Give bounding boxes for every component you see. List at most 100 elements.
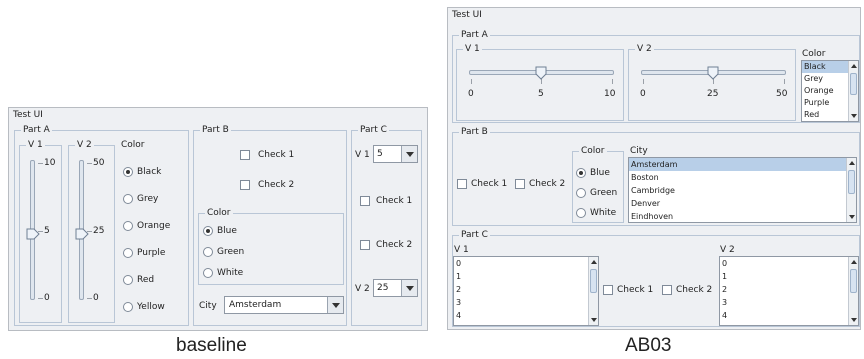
c-check-2[interactable]: Check 2: [360, 238, 422, 252]
city-combo[interactable]: Amsterdam: [224, 296, 344, 314]
list-item[interactable]: Cambridge: [631, 184, 675, 197]
b-check-1-box[interactable]: [457, 179, 467, 189]
list-item[interactable]: Grey: [804, 73, 823, 85]
list-item[interactable]: Boston: [631, 171, 659, 184]
scroll-down-arrow-icon[interactable]: [849, 111, 858, 121]
scroll-up-arrow-icon[interactable]: [849, 257, 858, 267]
b-check-2[interactable]: Check 2: [515, 177, 571, 191]
color-list-scrollbar[interactable]: [848, 61, 858, 121]
list-item[interactable]: 4: [722, 309, 727, 322]
radio-green[interactable]: Green: [576, 186, 624, 200]
city-combo-arrow-icon[interactable]: [327, 297, 343, 313]
c-v2-combo-arrow-icon[interactable]: [401, 280, 417, 296]
list-item[interactable]: 0: [456, 257, 461, 270]
scroll-down-arrow-icon[interactable]: [847, 212, 856, 222]
c-v2-list-scrollbar[interactable]: [848, 257, 858, 325]
list-item[interactable]: 2: [456, 283, 461, 296]
list-item[interactable]: 3: [456, 296, 461, 309]
b-check-1[interactable]: Check 1: [240, 148, 310, 162]
radio-green-indicator[interactable]: [203, 247, 213, 257]
c-v2-combo[interactable]: 25: [373, 279, 418, 297]
radio-green-indicator[interactable]: [576, 188, 586, 198]
c-v1-combo-arrow-icon[interactable]: [401, 146, 417, 162]
city-list-scrollbar[interactable]: [846, 158, 856, 222]
c-check-2[interactable]: Check 2: [662, 283, 722, 297]
b-check-1-box[interactable]: [240, 150, 250, 160]
list-item[interactable]: 1: [722, 270, 727, 283]
list-item[interactable]: Amsterdam: [629, 158, 846, 171]
radio-white[interactable]: White: [576, 206, 624, 220]
list-item[interactable]: 4: [456, 309, 461, 322]
radio-white[interactable]: White: [203, 266, 273, 280]
scrollbar-thumb[interactable]: [848, 170, 855, 194]
window-title: Test UI: [452, 10, 482, 20]
radio-white-indicator[interactable]: [203, 268, 213, 278]
radio-blue-indicator[interactable]: [576, 168, 586, 178]
b-check-2-box[interactable]: [515, 179, 525, 189]
c-v1-list-scrollbar[interactable]: [588, 257, 598, 325]
v2-slider-thumb[interactable]: [707, 65, 719, 80]
scroll-up-arrow-icon[interactable]: [847, 158, 856, 168]
scroll-up-arrow-icon[interactable]: [849, 61, 858, 71]
list-item[interactable]: Denver: [631, 197, 660, 210]
radio-yellow[interactable]: Yellow: [123, 300, 185, 314]
list-item[interactable]: Eindhoven: [631, 210, 673, 222]
b-check-2[interactable]: Check 2: [240, 178, 310, 192]
v1-slider-thumb[interactable]: [26, 225, 40, 240]
radio-blue-indicator[interactable]: [203, 226, 213, 236]
v1-mid-label: 5: [44, 226, 50, 236]
scrollbar-thumb[interactable]: [850, 73, 857, 95]
radio-black-indicator[interactable]: [123, 167, 133, 177]
scrollbar-thumb[interactable]: [590, 269, 597, 293]
radio-red[interactable]: Red: [123, 273, 185, 287]
list-item[interactable]: Orange: [804, 85, 834, 97]
baseline-window: Test UI Part A V 1 10 5 0 V 2 50 25 0 Co…: [8, 107, 428, 331]
radio-orange-indicator[interactable]: [123, 221, 133, 231]
radio-orange-label: Orange: [137, 221, 171, 231]
radio-green[interactable]: Green: [203, 245, 273, 259]
list-item[interactable]: 0: [722, 257, 727, 270]
radio-black[interactable]: Black: [123, 165, 185, 179]
scroll-down-arrow-icon[interactable]: [849, 315, 858, 325]
c-check-1[interactable]: Check 1: [360, 194, 422, 208]
list-item[interactable]: 3: [722, 296, 727, 309]
radio-yellow-indicator[interactable]: [123, 302, 133, 312]
scroll-down-arrow-icon[interactable]: [589, 315, 598, 325]
c-check-1-box[interactable]: [360, 196, 370, 206]
b-check-1[interactable]: Check 1: [457, 177, 513, 191]
color-list[interactable]: Black Grey Orange Purple Red: [801, 60, 859, 122]
radio-grey-indicator[interactable]: [123, 194, 133, 204]
list-item[interactable]: 2: [722, 283, 727, 296]
c-check-1[interactable]: Check 1: [603, 283, 663, 297]
v2-slider-thumb[interactable]: [75, 225, 89, 240]
c-check-2-box[interactable]: [360, 240, 370, 250]
city-list[interactable]: Amsterdam Boston Cambridge Denver Eindho…: [628, 157, 857, 223]
v1-slider-thumb[interactable]: [535, 65, 547, 80]
c-check-1-box[interactable]: [603, 285, 613, 295]
radio-purple-indicator[interactable]: [123, 248, 133, 258]
radio-blue[interactable]: Blue: [203, 224, 273, 238]
part-c-group: Part C V 1 0 1 2 3 4 Check 1 Check 2 V 2…: [452, 229, 860, 327]
c-check-2-label: Check 2: [676, 285, 713, 295]
radio-grey[interactable]: Grey: [123, 192, 185, 206]
scrollbar-thumb[interactable]: [850, 269, 857, 293]
c-v1-list[interactable]: 0 1 2 3 4: [453, 256, 599, 326]
c-v2-list[interactable]: 0 1 2 3 4: [719, 256, 859, 326]
v1-slider-group: V 1 10 5 0: [19, 139, 62, 323]
b-check-2-box[interactable]: [240, 180, 250, 190]
radio-orange[interactable]: Orange: [123, 219, 185, 233]
radio-blue[interactable]: Blue: [576, 166, 624, 180]
v1-slider-group: V 1 0 5 10: [456, 43, 624, 121]
list-item[interactable]: Purple: [804, 97, 829, 109]
part-a-title: Part A: [21, 124, 52, 136]
radio-purple[interactable]: Purple: [123, 246, 185, 260]
c-v1-combo[interactable]: 5: [373, 145, 418, 163]
scroll-up-arrow-icon[interactable]: [589, 257, 598, 267]
list-item[interactable]: Black: [802, 61, 849, 73]
color-radio-group: Color Black Grey Orange Purple Red Yello…: [121, 140, 187, 323]
radio-red-indicator[interactable]: [123, 275, 133, 285]
radio-white-indicator[interactable]: [576, 208, 586, 218]
list-item[interactable]: Red: [804, 109, 819, 121]
c-check-2-box[interactable]: [662, 285, 672, 295]
list-item[interactable]: 1: [456, 270, 461, 283]
